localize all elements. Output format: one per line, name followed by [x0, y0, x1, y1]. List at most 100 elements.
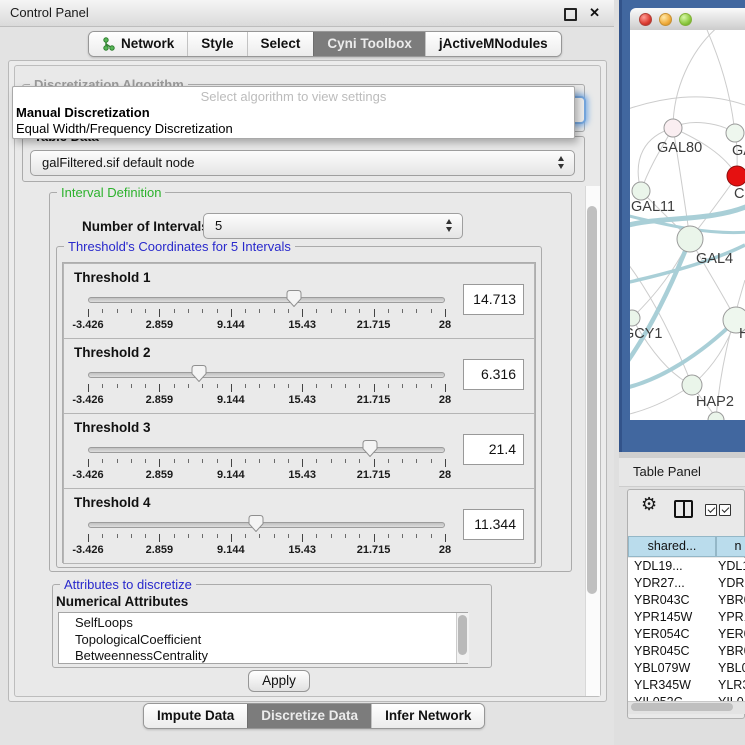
slider-track[interactable]: [88, 297, 445, 303]
checkbox-checked-icon[interactable]: [719, 504, 731, 516]
slider-thumb[interactable]: [363, 440, 378, 457]
slider-tick: [359, 459, 360, 463]
table-data-selected: galFiltered.sif default node: [42, 151, 194, 175]
tab-impute-data[interactable]: Impute Data: [144, 704, 247, 728]
slider-thumb[interactable]: [287, 290, 302, 307]
close-icon[interactable]: ✕: [589, 5, 600, 21]
apply-button[interactable]: Apply: [248, 670, 310, 692]
float-window-icon[interactable]: [564, 8, 577, 21]
slider-thumb[interactable]: [191, 365, 206, 382]
slider-track[interactable]: [88, 372, 445, 378]
thresholds-container: Threshold 1 -3.4262.8599.14415.4321.7152…: [62, 262, 536, 563]
slider-tick: [88, 534, 89, 542]
slider-tick-label: -3.426: [72, 319, 103, 331]
dropdown-option-manual[interactable]: Manual Discretization: [13, 105, 574, 121]
dropdown-option-equal-width[interactable]: Equal Width/Frequency Discretization: [13, 121, 574, 137]
slider-tick: [117, 384, 118, 388]
slider-tick: [445, 309, 446, 317]
slider-tick: [388, 309, 389, 313]
table-row[interactable]: YDL19...YDL1: [628, 558, 745, 575]
tab-cyni-toolbox[interactable]: Cyni Toolbox: [313, 32, 425, 56]
table-row[interactable]: YBR045CYBR0: [628, 643, 745, 660]
slider-tick: [245, 459, 246, 463]
slider-tick: [359, 384, 360, 388]
table-cell: YBR045C: [628, 643, 716, 660]
threshold-value-field[interactable]: 21.4: [463, 434, 524, 465]
slider-tick-label: -3.426: [72, 394, 103, 406]
threshold-panel: Threshold 3 -3.4262.8599.14415.4321.7152…: [63, 413, 535, 489]
panel-vertical-scrollbar-thumb[interactable]: [587, 206, 597, 594]
table-row[interactable]: YLR345WYLR3: [628, 677, 745, 694]
slider-tick: [231, 384, 232, 392]
split-columns-icon[interactable]: [674, 500, 693, 518]
table-row[interactable]: YBR043CYBR0: [628, 592, 745, 609]
slider-tick: [88, 384, 89, 392]
slider-tick: [259, 309, 260, 313]
table-data-combobox[interactable]: galFiltered.sif default node: [30, 150, 575, 176]
slider-tick-label: 21.715: [357, 544, 391, 556]
slider-tick: [288, 384, 289, 388]
tab-network[interactable]: Network: [89, 32, 187, 56]
column-header-name[interactable]: n: [716, 536, 745, 557]
slider-tick: [117, 459, 118, 463]
number-of-intervals-combobox[interactable]: 5: [203, 213, 463, 239]
table-row[interactable]: YER054CYER0: [628, 626, 745, 643]
tab-select[interactable]: Select: [247, 32, 314, 56]
slider-tick-labels: -3.4262.8599.14415.4321.71528: [88, 544, 445, 557]
mac-close-button[interactable]: [639, 13, 652, 26]
numerical-attributes-label: Numerical Attributes: [56, 594, 188, 609]
gear-icon[interactable]: ⚙: [641, 496, 657, 514]
threshold-value-field[interactable]: 14.713: [463, 284, 524, 315]
column-header-shared[interactable]: shared...: [628, 536, 716, 557]
network-view-canvas[interactable]: GAL80 GA C GAL11 GAL4 GCY1 H HAP2: [630, 30, 745, 420]
threshold-value-field[interactable]: 6.316: [463, 359, 524, 390]
table-row[interactable]: YPR145WYPR1: [628, 609, 745, 626]
table-cell: YIL052C: [628, 694, 716, 701]
threshold-slider[interactable]: -3.4262.8599.14415.4321.71528: [88, 440, 445, 484]
tab-discretize-data[interactable]: Discretize Data: [247, 704, 371, 728]
attribute-list-item[interactable]: SelfLoops: [75, 615, 467, 632]
table-row[interactable]: YBL079WYBL0: [628, 660, 745, 677]
table-row[interactable]: YDR27...YDR2: [628, 575, 745, 592]
tab-style[interactable]: Style: [187, 32, 246, 56]
slider-tick-label: 21.715: [357, 319, 391, 331]
node-label: H: [739, 326, 745, 342]
network-graph: GAL80 GA C GAL11 GAL4 GCY1 H HAP2: [630, 30, 745, 420]
mac-zoom-button[interactable]: [679, 13, 692, 26]
numerical-attributes-list[interactable]: SelfLoopsTopologicalCoefficientBetweenne…: [58, 612, 468, 664]
slider-tick: [202, 384, 203, 388]
table-cell: YLR345W: [628, 677, 716, 694]
threshold-label: Threshold 3: [74, 420, 151, 435]
slider-tick: [117, 309, 118, 313]
tab-jactivemnodules[interactable]: jActiveMNodules: [425, 32, 561, 56]
tab-infer-network[interactable]: Infer Network: [371, 704, 484, 728]
slider-tick: [274, 534, 275, 538]
control-panel: Control Panel ✕ Network Style Select Cyn…: [0, 0, 614, 745]
slider-thumb[interactable]: [248, 515, 263, 532]
table-horizontal-scrollbar-thumb[interactable]: [631, 703, 733, 711]
slider-tick: [331, 384, 332, 388]
mac-minimize-button[interactable]: [659, 13, 672, 26]
threshold-slider[interactable]: -3.4262.8599.14415.4321.71528: [88, 365, 445, 409]
threshold-value-field[interactable]: 11.344: [463, 509, 524, 540]
threshold-slider[interactable]: -3.4262.8599.14415.4321.71528: [88, 515, 445, 559]
slider-tick: [402, 309, 403, 313]
slider-track[interactable]: [88, 522, 445, 528]
slider-track[interactable]: [88, 447, 445, 453]
slider-tick: [302, 534, 303, 542]
slider-tick: [231, 534, 232, 542]
network-icon: [102, 37, 115, 51]
attribute-list-item[interactable]: BetweennessCentrality: [75, 648, 467, 664]
slider-tick: [88, 459, 89, 467]
slider-tick: [102, 534, 103, 538]
slider-tick: [388, 459, 389, 463]
checkbox-checked-icon[interactable]: [705, 504, 717, 516]
threshold-slider[interactable]: -3.4262.8599.14415.4321.71528: [88, 290, 445, 334]
table-row[interactable]: YIL052CYIL0: [628, 694, 745, 701]
table-cell: YBR043C: [628, 592, 716, 609]
node-hap2: [682, 375, 702, 395]
attributes-list-scrollbar-thumb[interactable]: [458, 615, 467, 655]
slider-tick: [174, 309, 175, 313]
attribute-list-item[interactable]: TopologicalCoefficient: [75, 632, 467, 649]
table-cell: YBL079W: [628, 660, 716, 677]
